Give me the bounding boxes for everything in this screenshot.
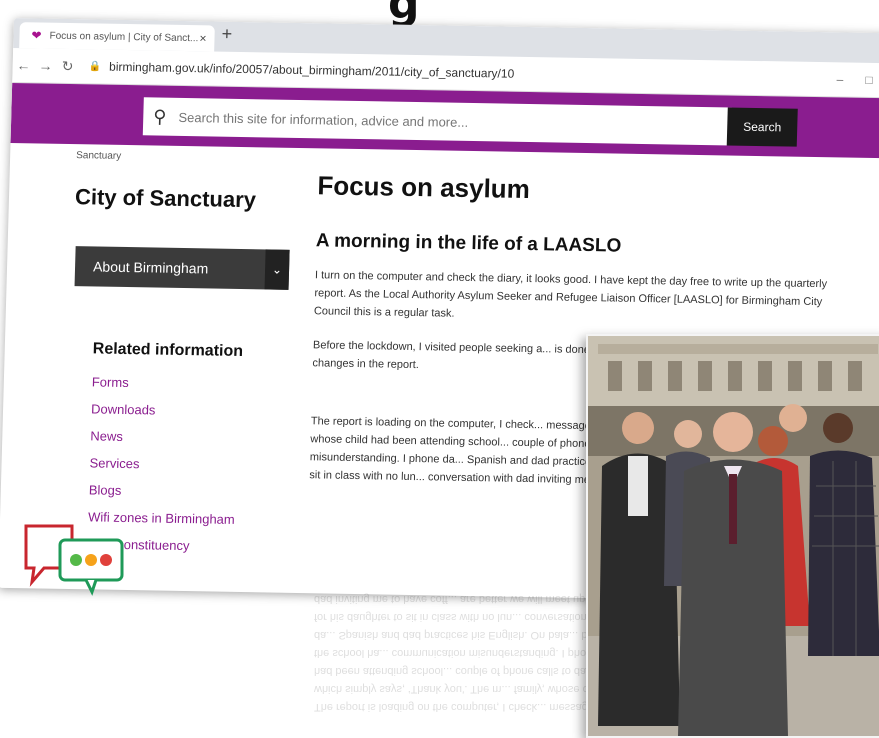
related-link-forms[interactable]: Forms	[91, 374, 238, 404]
new-tab-button[interactable]: +	[221, 24, 232, 45]
related-link-blogs[interactable]: Blogs	[88, 482, 235, 512]
search-icon: ⚲	[153, 105, 167, 127]
page-reflection: The report is loading on the computer, I…	[14, 584, 634, 724]
chevron-down-icon[interactable]: ⌄	[264, 249, 290, 290]
forward-icon[interactable]: →	[34, 57, 56, 73]
heart-favicon-icon: ❤	[31, 28, 42, 43]
lock-icon: 🔒	[88, 60, 102, 73]
related-link-news[interactable]: News	[90, 428, 237, 458]
back-icon[interactable]: ←	[12, 57, 34, 73]
reload-icon[interactable]: ↻	[56, 57, 78, 74]
article-paragraph: I turn on the computer and check the dia…	[313, 269, 828, 320]
minimize-button[interactable]: –	[836, 72, 843, 86]
section-dropdown[interactable]: About Birmingham ⌄	[74, 246, 290, 290]
tab-title: Focus on asylum | City of Sanct...	[49, 30, 199, 44]
maximize-button[interactable]: □	[865, 73, 873, 87]
search-input[interactable]	[176, 108, 701, 135]
search-box: ⚲	[142, 97, 732, 146]
browser-tab[interactable]: ❤ Focus on asylum | City of Sanct... ×	[19, 22, 215, 52]
related-link-services[interactable]: Services	[89, 455, 236, 485]
related-link-downloads[interactable]: Downloads	[91, 401, 238, 431]
close-tab-icon[interactable]: ×	[199, 31, 206, 45]
url-field[interactable]: birmingham.gov.uk/info/20057/about_birmi…	[109, 60, 514, 81]
group-photo	[586, 334, 879, 738]
reflected-text: The report is loading on the computer, I…	[314, 593, 614, 713]
window-controls: – □	[836, 72, 872, 87]
breadcrumb[interactable]: Sanctuary	[76, 150, 121, 162]
sidebar-title: City of Sanctuary	[74, 184, 257, 213]
search-button[interactable]: Search	[726, 107, 798, 147]
chat-feedback-icon	[24, 524, 124, 596]
related-heading: Related information	[92, 340, 244, 361]
page-title: Focus on asylum	[317, 170, 531, 205]
dropdown-label: About Birmingham	[92, 258, 209, 277]
article-subtitle: A morning in the life of a LAASLO	[315, 230, 622, 257]
